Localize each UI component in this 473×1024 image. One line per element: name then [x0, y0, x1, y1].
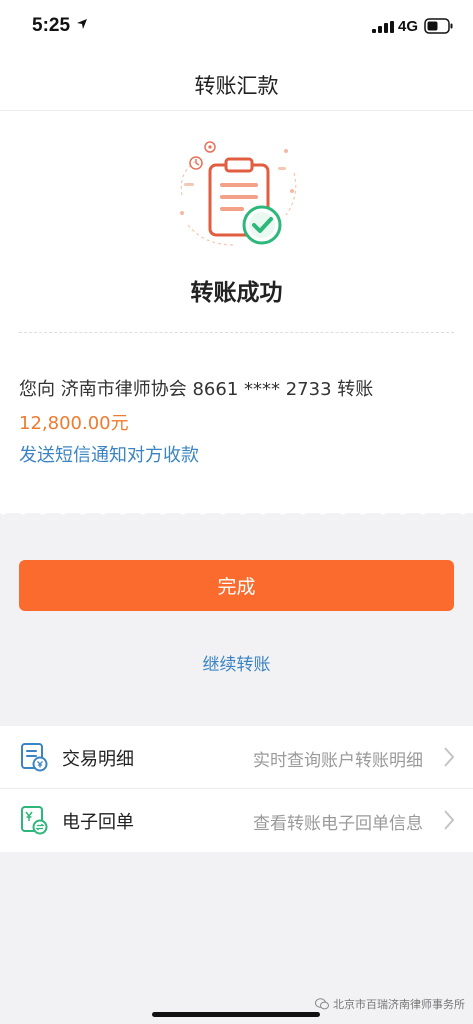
transfer-amount: 12,800.00元 [19, 413, 129, 434]
sms-notify-link[interactable]: 发送短信通知对方收款 [19, 441, 199, 467]
menu-item-description: 实时查询账户转账明细 [253, 751, 423, 771]
card-edge-decoration [0, 505, 473, 515]
chevron-right-icon [444, 810, 455, 830]
success-title: 转账成功 [190, 280, 283, 306]
menu-item-description: 查看转账电子回单信息 [253, 814, 423, 834]
status-time: 5:25 [32, 15, 71, 36]
transfer-prefix: 您向 [19, 379, 55, 400]
signal-icon [372, 21, 394, 33]
menu-item-e-receipt[interactable]: 电子回单 查看转账电子回单信息 [0, 789, 473, 851]
transfer-suffix: 转账 [337, 379, 374, 400]
home-indicator[interactable] [152, 1012, 320, 1017]
transfer-summary: 您向 济南市律师协会 8661 **** 2733 转账 [19, 375, 373, 401]
divider [19, 332, 454, 333]
success-clipboard-icon [180, 141, 297, 246]
done-button[interactable]: 完成 [19, 560, 454, 611]
network-type: 4G [398, 18, 419, 35]
e-receipt-icon [21, 806, 48, 835]
transaction-detail-icon [21, 743, 48, 772]
menu-item-label: 电子回单 [62, 812, 134, 833]
nav-bar: 转账汇款 [0, 56, 473, 111]
battery-icon [424, 18, 453, 34]
recipient-name: 济南市律师协会 [60, 379, 187, 400]
continue-transfer-link[interactable]: 继续转账 [0, 650, 473, 675]
result-card: 转账成功 您向 济南市律师协会 8661 **** 2733 转账 12,800… [0, 111, 473, 513]
menu-list: 交易明细 实时查询账户转账明细 电子回单 查看转账电子回单信息 [0, 726, 473, 852]
wechat-icon [315, 998, 329, 1010]
chevron-right-icon [444, 747, 455, 767]
watermark-text: 北京市百瑞济南律师事务所 [333, 998, 465, 1011]
location-arrow-icon [77, 19, 87, 29]
recipient-account: 8661 **** 2733 [192, 379, 332, 400]
menu-item-transaction-detail[interactable]: 交易明细 实时查询账户转账明细 [0, 726, 473, 789]
watermark: 北京市百瑞济南律师事务所 [315, 996, 465, 1012]
status-bar: 5:25 4G [0, 0, 473, 56]
menu-item-label: 交易明细 [62, 749, 134, 770]
page-title: 转账汇款 [194, 74, 279, 98]
